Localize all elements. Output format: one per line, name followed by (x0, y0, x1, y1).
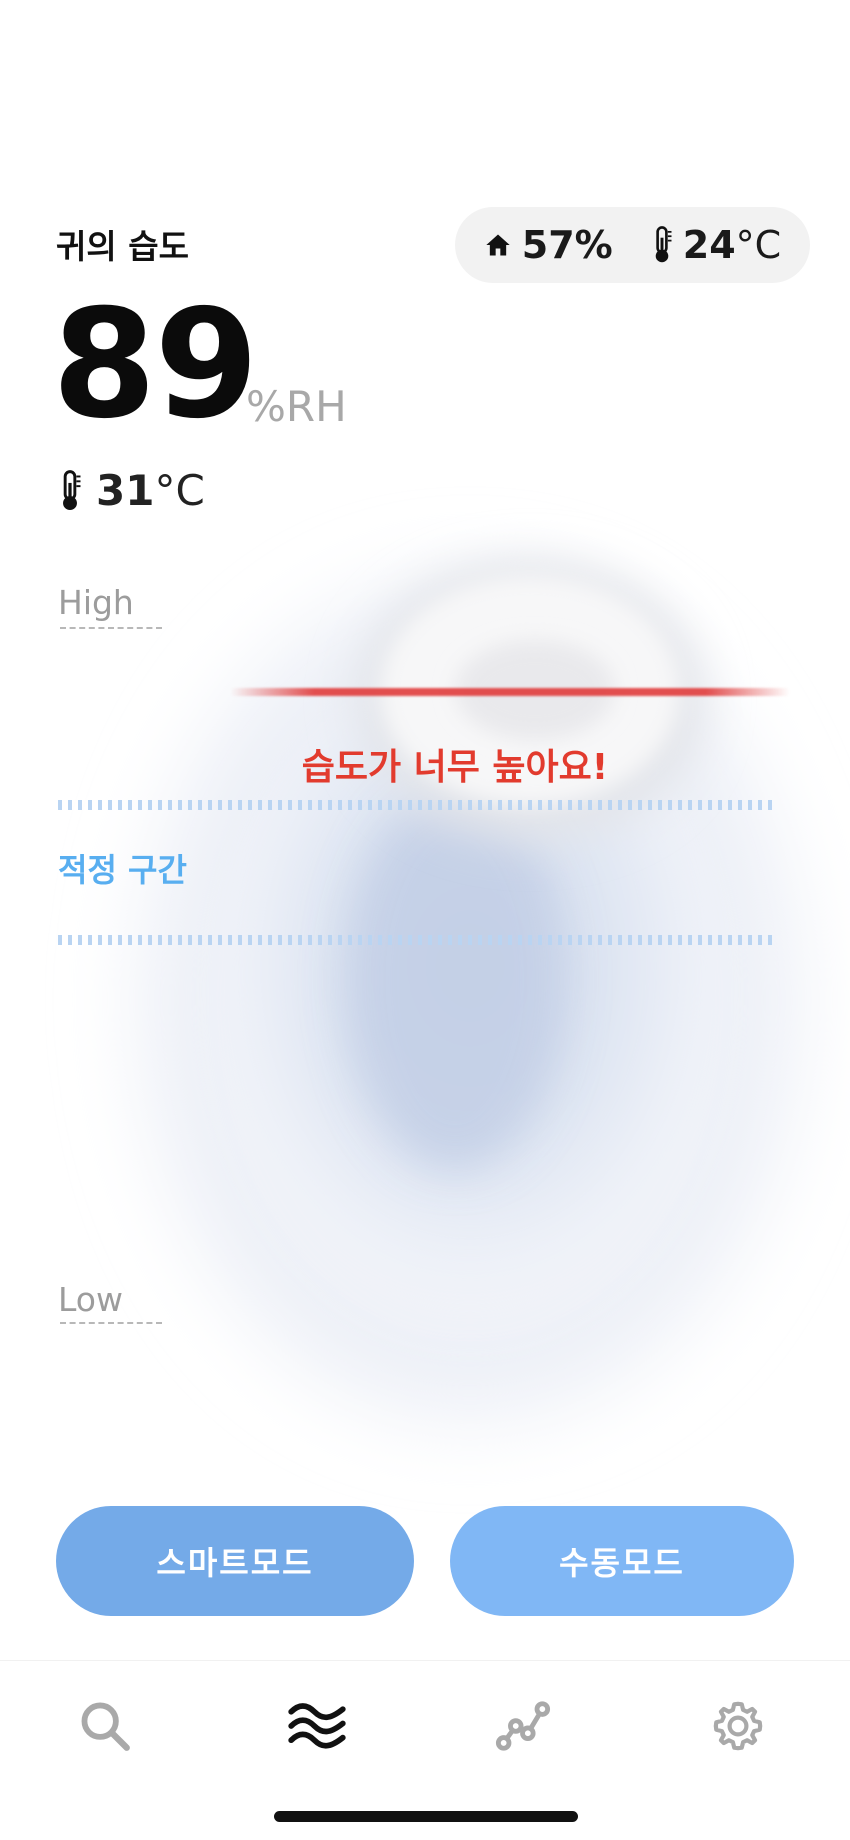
waves-icon (288, 1703, 346, 1749)
ear-temp-unit: °C (154, 466, 205, 515)
ambient-humidity: 57% (484, 223, 613, 267)
optimal-zone-label: 적정 구간 (58, 851, 187, 889)
tab-statistics[interactable] (488, 1691, 558, 1761)
gear-icon (713, 1701, 763, 1751)
gauge-high-tick (60, 627, 162, 629)
ambient-temperature: 24°C (651, 223, 781, 267)
humidity-screen: 귀의 습도 57% 24°C 89 %RH 31°C High 습도가 너무 높… (0, 0, 850, 1840)
ear-temperature: 31°C (58, 466, 205, 515)
tab-search[interactable] (70, 1691, 140, 1761)
ambient-conditions-pill: 57% 24°C (455, 207, 810, 283)
humidity-unit: %RH (246, 382, 347, 431)
humidity-warning: 습도가 너무 높아요! (301, 747, 609, 788)
tab-humidity[interactable] (282, 1691, 352, 1761)
gauge-high-label: High (58, 583, 134, 622)
ear-humidity-value: 89 (52, 278, 259, 452)
manual-mode-button[interactable]: 수동모드 (450, 1506, 794, 1616)
gauge-low-tick (60, 1322, 162, 1324)
search-icon (81, 1702, 130, 1751)
tab-settings[interactable] (703, 1691, 773, 1761)
thermometer-icon (63, 469, 81, 510)
ambient-temp-number: 24 (682, 223, 736, 267)
current-level-line (230, 688, 790, 696)
page-title: 귀의 습도 (56, 227, 189, 266)
smart-mode-button[interactable]: 스마트모드 (56, 1506, 414, 1616)
ambient-temp-unit: °C (735, 223, 782, 267)
optimal-zone-bottom-line (58, 935, 773, 945)
ear-temp-number: 31 (96, 466, 155, 515)
home-icon (486, 234, 510, 256)
ambient-humidity-value: 57% (521, 223, 613, 267)
gauge-low-label: Low (58, 1280, 123, 1319)
graph-icon (495, 1701, 551, 1751)
thermometer-icon (655, 226, 672, 263)
optimal-zone-top-line (58, 800, 773, 810)
home-indicator (274, 1811, 578, 1822)
